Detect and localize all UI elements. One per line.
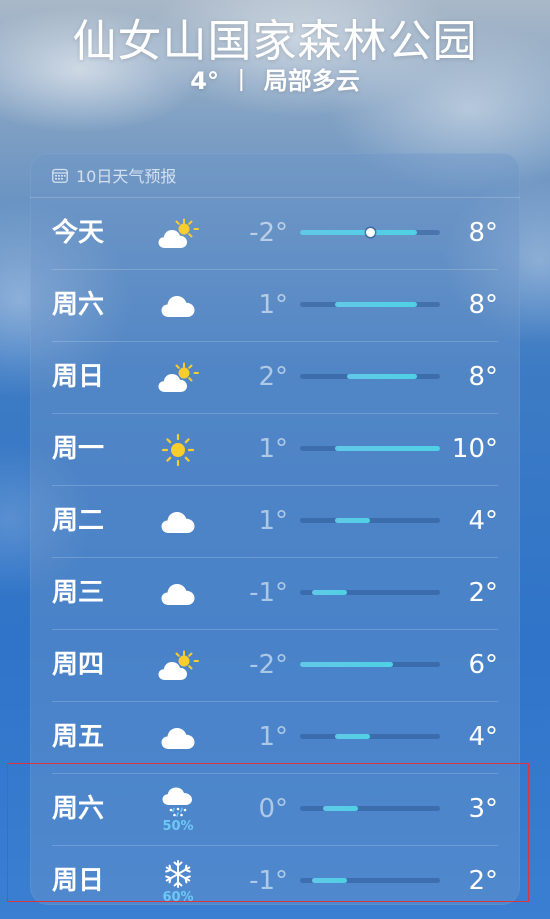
partly-cloudy-day-icon [157, 650, 199, 682]
temperature-range-bar [300, 446, 440, 451]
weather-icon-cell [156, 342, 200, 413]
forecast-row[interactable]: 周五 1° 4° [52, 702, 498, 774]
temperature-range-bar [300, 662, 440, 667]
forecast-row[interactable]: 周六 1° 8° [52, 270, 498, 342]
high-temperature: 10° [451, 434, 498, 464]
current-conditions: 4° 丨 局部多云 [0, 68, 550, 94]
forecast-row[interactable]: 周日 60% -1° 2° [52, 846, 498, 905]
temperature-range-bar [300, 806, 440, 811]
temperature-range-fill [335, 302, 417, 307]
day-label: 周日 [52, 866, 105, 896]
cloud-icon [160, 293, 196, 319]
forecast-panel-header: 10日天气预报 [30, 153, 520, 198]
temperature-range-fill [311, 590, 347, 595]
high-temperature: 8° [468, 362, 498, 392]
weather-icon-cell: 50% [156, 774, 200, 845]
temperature-range-bar [300, 878, 440, 883]
day-label: 周日 [52, 362, 105, 392]
cloud-icon [160, 581, 196, 607]
weather-icon-cell [156, 270, 200, 341]
forecast-row[interactable]: 周六 50% 0° 3° [52, 774, 498, 846]
sleet-icon [161, 786, 195, 818]
cloud-icon [160, 725, 196, 751]
day-label: 周三 [52, 578, 105, 608]
high-temperature: 3° [468, 794, 498, 824]
high-temperature: 8° [468, 218, 498, 248]
weather-icon-cell [156, 414, 200, 485]
high-temperature: 4° [468, 506, 498, 536]
weather-icon-cell: 60% [156, 846, 200, 905]
day-label: 周五 [52, 722, 105, 752]
low-temperature: -1° [249, 866, 288, 896]
temperature-range-fill [335, 518, 370, 523]
temperature-range-bar [300, 518, 440, 523]
high-temperature: 2° [468, 866, 498, 896]
temperature-range-fill [346, 374, 417, 379]
forecast-row[interactable]: 周三 -1° 2° [52, 558, 498, 630]
temperature-range-bar [300, 734, 440, 739]
low-temperature: 0° [258, 794, 288, 824]
day-label: 周六 [52, 290, 105, 320]
current-temperature-marker [365, 228, 375, 237]
weather-icon-cell [156, 702, 200, 773]
day-label: 周二 [52, 506, 105, 536]
cloud-icon [160, 509, 196, 535]
day-label: 周一 [52, 434, 105, 464]
low-temperature: 1° [258, 290, 288, 320]
separator: 丨 [229, 67, 254, 95]
weather-icon-cell [156, 198, 200, 269]
low-temperature: 1° [258, 506, 288, 536]
day-label: 周六 [52, 794, 105, 824]
sun-icon [161, 433, 195, 467]
forecast-title: 10日天气预报 [76, 167, 177, 186]
temperature-range-fill [335, 446, 440, 451]
forecast-row[interactable]: 周一 1° 10° [52, 414, 498, 486]
calendar-icon [52, 168, 68, 183]
location-header: 仙女山国家森林公园 4° 丨 局部多云 [0, 14, 550, 94]
partly-cloudy-day-icon [157, 218, 199, 250]
forecast-row[interactable]: 今天 -2° 8° [52, 198, 498, 270]
temperature-range-bar [300, 302, 440, 307]
temperature-range-fill [300, 662, 394, 667]
forecast-row[interactable]: 周四 -2° 6° [52, 630, 498, 702]
current-condition: 局部多云 [263, 67, 360, 95]
temperature-range-bar [300, 374, 440, 379]
forecast-row[interactable]: 周二 1° 4° [52, 486, 498, 558]
day-label: 周四 [52, 650, 105, 680]
low-temperature: 2° [258, 362, 288, 392]
temperature-range-bar [300, 590, 440, 595]
low-temperature: 1° [258, 434, 288, 464]
low-temperature: 1° [258, 722, 288, 752]
temperature-range-fill [335, 734, 370, 739]
high-temperature: 8° [468, 290, 498, 320]
partly-cloudy-day-icon [157, 362, 199, 394]
current-temperature: 4° [190, 67, 219, 95]
high-temperature: 6° [468, 650, 498, 680]
low-temperature: -2° [249, 650, 288, 680]
weather-icon-cell [156, 630, 200, 701]
day-label: 今天 [52, 218, 105, 248]
high-temperature: 4° [468, 722, 498, 752]
low-temperature: -2° [249, 218, 288, 248]
temperature-range-fill [311, 878, 347, 883]
high-temperature: 2° [468, 578, 498, 608]
location-name: 仙女山国家森林公园 [72, 16, 478, 67]
forecast-rows: 今天 -2° 8° 周六 1° 8° 周日 2° 8° 周一 1° 10° 周二 1° 4° 周三 -1° 2° 周… [30, 198, 520, 905]
temperature-range-bar [300, 228, 440, 237]
forecast-row[interactable]: 周日 2° 8° [52, 342, 498, 414]
low-temperature: -1° [249, 578, 288, 608]
temperature-range-fill [323, 806, 359, 811]
ten-day-forecast-panel[interactable]: 10日天气预报 今天 -2° 8° 周六 1° 8° 周日 2° 8° 周一 1° 10° 周二 1° 4°… [30, 153, 520, 905]
precipitation-chance: 50% [162, 818, 194, 834]
weather-icon-cell [156, 486, 200, 557]
weather-icon-cell [156, 558, 200, 629]
snowflake-icon [163, 859, 193, 889]
precipitation-chance: 60% [162, 889, 194, 905]
temperature-range-fill [300, 230, 417, 235]
